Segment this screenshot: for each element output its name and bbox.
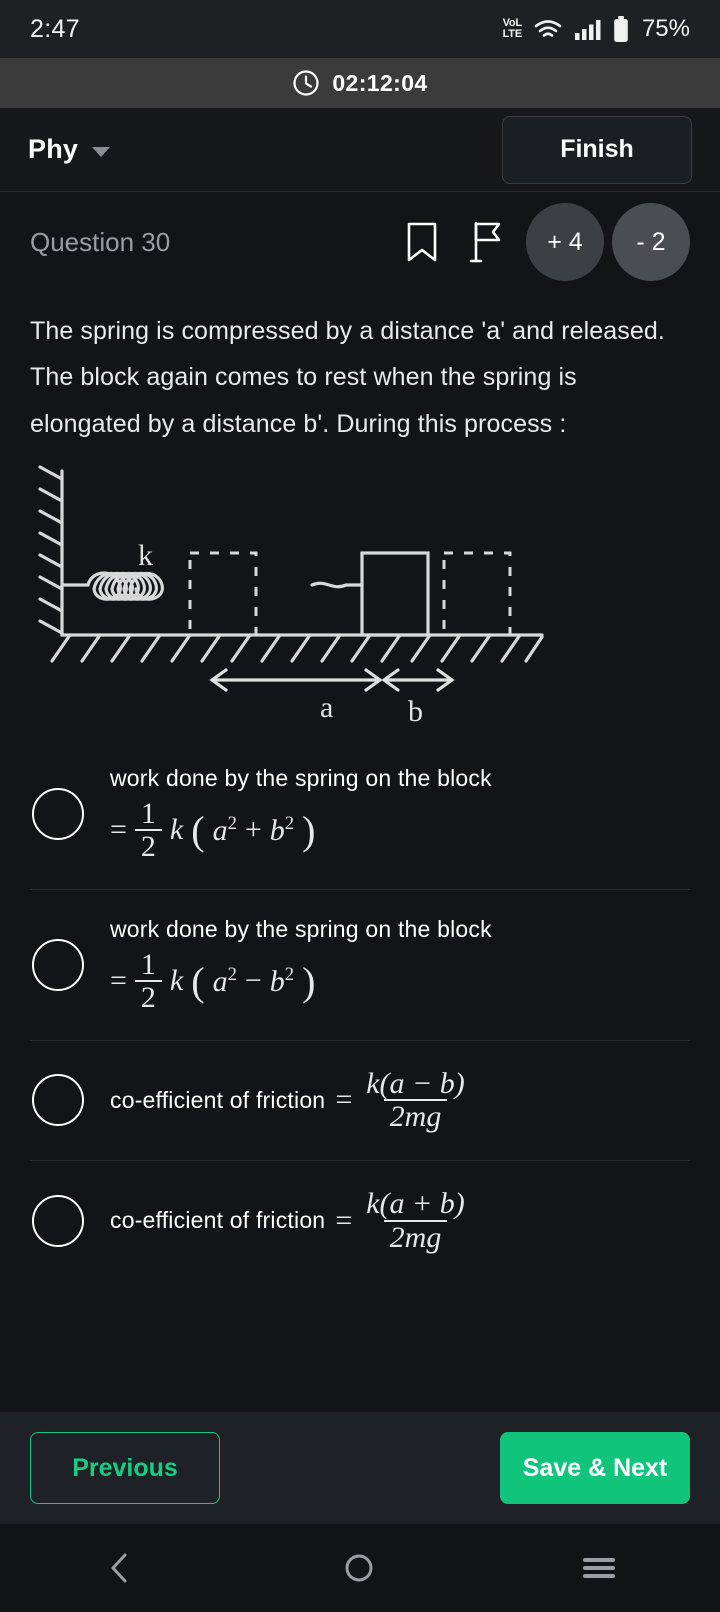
signal-bars-icon (574, 20, 601, 40)
term-a-base: a (212, 813, 228, 847)
spring-block-friction-diagram: k a b (38, 465, 544, 725)
negative-marks-badge: - 2 (612, 203, 690, 281)
battery-icon (614, 15, 628, 42)
fraction-denominator: 2mg (383, 1099, 448, 1133)
flag-button[interactable] (454, 220, 518, 264)
term-b-exponent: 2 (284, 963, 295, 985)
option-b-label: work done by the spring on the block (110, 915, 492, 942)
equals-sign: = (335, 1203, 353, 1237)
option-d[interactable]: co-efficient of friction = k(a + b) 2mg (30, 1161, 690, 1281)
option-b-content: work done by the spring on the block = 1… (110, 916, 492, 1014)
timer-value: 02:12:04 (332, 69, 428, 96)
fraction-denominator: 2 (134, 829, 162, 863)
option-c-label: co-efficient of friction (110, 1086, 326, 1113)
status-icons: VoL LTE 75% (503, 15, 690, 43)
back-chevron-icon[interactable] (103, 1551, 137, 1585)
fraction-numerator: k(a + b) (366, 1187, 465, 1221)
option-b-formula: = 1 2 k ( a2 − b2 ) (110, 949, 492, 1014)
open-paren: ( (191, 958, 205, 1004)
term-b-base: b (269, 964, 285, 998)
distance-a-label: a (320, 691, 333, 724)
question-body: The spring is compressed by a distance '… (0, 292, 720, 1412)
distance-b-label: b (408, 695, 423, 725)
answer-options: work done by the spring on the block = 1… (30, 739, 690, 1281)
bookmark-icon (407, 222, 437, 262)
option-c[interactable]: co-efficient of friction = k(a − b) 2mg (30, 1041, 690, 1161)
option-b-radio[interactable] (32, 938, 84, 991)
spring-constant-symbol: k (169, 813, 184, 847)
spring-constant-symbol: k (169, 964, 184, 998)
close-paren: ) (302, 958, 316, 1004)
option-d-label: co-efficient of friction (110, 1207, 326, 1234)
option-a[interactable]: work done by the spring on the block = 1… (30, 739, 690, 890)
question-diagram: k a b (30, 465, 690, 725)
operator-sign: + (244, 813, 262, 847)
one-half-fraction: 1 2 (134, 947, 162, 1014)
volte-line2: LTE (502, 28, 523, 40)
status-clock: 2:47 (30, 14, 80, 43)
previous-button[interactable]: Previous (30, 1432, 220, 1504)
term-b-squared: b2 (270, 964, 294, 999)
bookmark-button[interactable] (390, 221, 454, 263)
term-a-squared: a2 (213, 964, 237, 999)
spring-constant-label: k (138, 539, 153, 572)
equals-sign: = (110, 964, 127, 998)
close-paren: ) (302, 807, 316, 853)
android-nav-bar (0, 1524, 720, 1612)
friction-fraction: k(a + b) 2mg (360, 1188, 471, 1253)
status-bar: 2:47 VoL LTE 75% (0, 0, 720, 58)
recents-menu-icon[interactable] (581, 1553, 617, 1583)
clock-icon (293, 70, 319, 96)
term-a-exponent: 2 (227, 812, 237, 834)
option-a-formula: = 1 2 k ( a2 + b2 ) (110, 798, 492, 863)
term-b-squared: b2 (270, 813, 294, 848)
open-paren: ( (191, 807, 205, 853)
term-a-exponent: 2 (227, 963, 237, 985)
subject-selector[interactable]: Phy (28, 134, 111, 165)
question-meta-row: Question 30 + 4 - 2 (0, 192, 720, 292)
one-half-fraction: 1 2 (134, 796, 162, 863)
battery-percent: 75% (641, 15, 690, 42)
option-d-radio[interactable] (32, 1194, 84, 1247)
equals-sign: = (335, 1083, 353, 1117)
exam-timer-bar: 02:12:04 (0, 58, 720, 108)
option-d-content: co-efficient of friction = k(a + b) 2mg (110, 1188, 471, 1253)
chevron-down-icon (92, 146, 111, 157)
fraction-numerator: 1 (140, 947, 156, 981)
finish-button[interactable]: Finish (502, 115, 692, 184)
question-text: The spring is compressed by a distance '… (30, 317, 665, 438)
fraction-numerator: 1 (140, 796, 156, 830)
fraction-numerator: k(a − b) (366, 1066, 465, 1100)
option-a-radio[interactable] (32, 787, 84, 840)
option-c-formula: = k(a − b) 2mg (335, 1068, 470, 1133)
fraction-denominator: 2 (134, 980, 162, 1014)
home-circle-icon[interactable] (342, 1551, 376, 1585)
option-b[interactable]: work done by the spring on the block = 1… (30, 890, 690, 1041)
fraction-denominator: 2mg (383, 1219, 448, 1254)
option-d-formula: = k(a + b) 2mg (335, 1188, 470, 1253)
term-a-squared: a2 (213, 813, 237, 848)
wifi-icon (534, 20, 562, 37)
option-c-content: co-efficient of friction = k(a − b) 2mg (110, 1068, 471, 1133)
term-b-base: b (269, 813, 285, 847)
volte-icon: VoL LTE (502, 18, 523, 40)
option-a-label: work done by the spring on the block (110, 764, 492, 791)
term-a-base: a (212, 964, 228, 998)
operator-sign: − (244, 964, 262, 998)
action-bar: Previous Save & Next (0, 1412, 720, 1524)
term-b-exponent: 2 (284, 812, 295, 834)
subject-header: Phy Finish (0, 108, 720, 192)
save-next-button[interactable]: Save & Next (500, 1432, 690, 1504)
option-a-content: work done by the spring on the block = 1… (110, 765, 492, 863)
flag-icon (469, 221, 501, 263)
subject-name: Phy (28, 134, 79, 164)
equals-sign: = (110, 813, 127, 847)
exam-screen: 2:47 VoL LTE 75% 02:12:04 Phy Finish Que… (0, 0, 720, 1612)
positive-marks-badge: + 4 (526, 203, 604, 281)
question-number-label: Question 30 (30, 226, 171, 257)
friction-fraction: k(a − b) 2mg (360, 1068, 471, 1133)
option-c-radio[interactable] (32, 1074, 84, 1127)
